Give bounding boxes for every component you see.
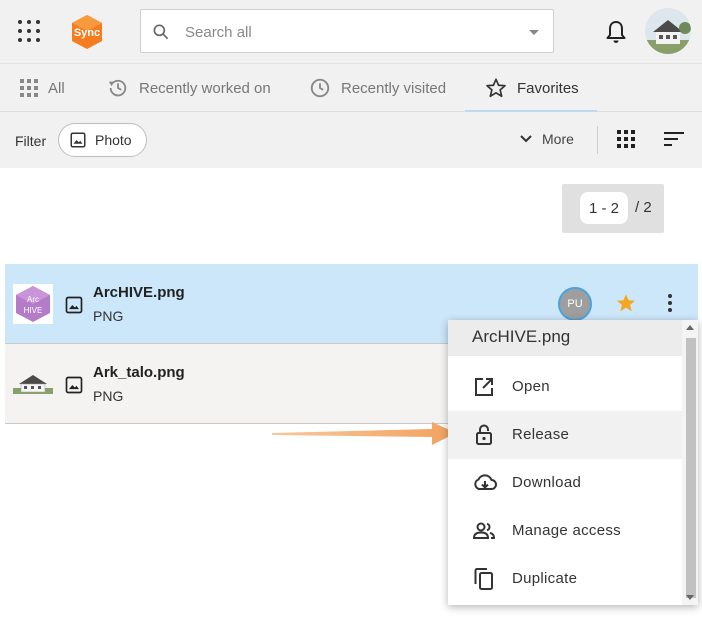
- menu-item-manage-access[interactable]: Manage access: [448, 507, 682, 555]
- copy-icon: [474, 568, 493, 590]
- tab-recently-visited[interactable]: Recently visited: [309, 64, 446, 112]
- scroll-up-icon[interactable]: [686, 325, 694, 330]
- tab-all[interactable]: All: [20, 64, 65, 112]
- apps-grid-icon[interactable]: [16, 18, 42, 44]
- top-bar: Sync: [0, 0, 702, 63]
- menu-item-label: Release: [512, 426, 570, 443]
- menu-item-label: Download: [512, 474, 582, 491]
- more-filters-button[interactable]: More: [520, 131, 574, 147]
- bell-icon[interactable]: [604, 19, 628, 45]
- more-options-icon[interactable]: [667, 294, 673, 314]
- page-total: / 2: [635, 199, 652, 216]
- file-type: PNG: [93, 388, 124, 404]
- file-name[interactable]: ArcHIVE.png: [93, 284, 185, 301]
- chevron-down-icon: [520, 135, 532, 143]
- image-icon: [65, 376, 83, 394]
- file-name[interactable]: Ark_talo.png: [93, 364, 185, 381]
- menu-item-duplicate[interactable]: Duplicate: [448, 555, 682, 603]
- annotation-arrow: [272, 422, 456, 445]
- menu-scrollbar[interactable]: [682, 320, 698, 605]
- tab-label: Recently worked on: [139, 79, 271, 97]
- search-box[interactable]: [140, 9, 554, 53]
- tab-label: Recently visited: [341, 79, 447, 97]
- unlock-icon: [476, 424, 492, 445]
- image-icon: [65, 296, 83, 314]
- photo-filter-chip[interactable]: Photo: [58, 123, 147, 157]
- menu-item-label: Open: [512, 378, 550, 395]
- scroll-down-icon[interactable]: [686, 595, 694, 600]
- logo-text: Sync: [74, 27, 100, 39]
- menu-item-open[interactable]: Open: [448, 363, 682, 411]
- page-range[interactable]: 1 - 2: [580, 192, 628, 224]
- sort-icon[interactable]: [664, 131, 684, 147]
- filter-bar: Filter Photo More: [0, 112, 702, 168]
- tab-label: All: [48, 79, 65, 97]
- tab-recently-worked-on[interactable]: Recently worked on: [107, 64, 271, 112]
- chip-label: Photo: [95, 132, 132, 148]
- favorite-star-icon[interactable]: [615, 292, 637, 314]
- star-outline-icon: [486, 78, 506, 98]
- tab-label: Favorites: [517, 79, 579, 97]
- more-label: More: [542, 131, 574, 147]
- menu-item-download[interactable]: Download: [448, 459, 682, 507]
- menu-item-release[interactable]: Release: [448, 411, 682, 459]
- menu-item-label: Duplicate: [512, 570, 578, 587]
- tab-favorites[interactable]: Favorites: [465, 64, 597, 113]
- cloud-download-icon: [474, 474, 497, 490]
- menu-item-label: Manage access: [512, 522, 621, 539]
- user-avatar[interactable]: [645, 8, 691, 54]
- file-thumbnail: Arc HIVE: [13, 284, 53, 324]
- open-external-icon: [475, 378, 493, 396]
- pagination: 1 - 2 / 2: [562, 184, 664, 233]
- locked-by-avatar[interactable]: PU: [558, 287, 592, 321]
- history-icon: [108, 79, 127, 97]
- divider: [597, 126, 598, 154]
- chevron-down-icon[interactable]: [529, 30, 539, 35]
- people-icon: [472, 522, 496, 539]
- file-type: PNG: [93, 308, 124, 324]
- filter-label: Filter: [15, 133, 47, 149]
- tab-bar: All Recently worked on Recently visited …: [0, 63, 702, 113]
- grid-view-icon[interactable]: [617, 130, 635, 148]
- image-icon: [70, 132, 86, 148]
- context-menu: ArcHIVE.png Open Release Download Manage…: [448, 320, 698, 605]
- thumb-text: Arc: [27, 295, 39, 304]
- grid-icon: [20, 79, 38, 97]
- search-icon: [153, 24, 169, 40]
- sync-logo[interactable]: Sync: [68, 13, 106, 51]
- scrollbar-thumb[interactable]: [686, 338, 696, 598]
- clock-icon: [310, 78, 330, 98]
- search-input[interactable]: [185, 18, 515, 46]
- file-thumbnail: [13, 364, 53, 404]
- menu-title: ArcHIVE.png: [448, 320, 682, 356]
- thumb-text: HIVE: [24, 306, 43, 315]
